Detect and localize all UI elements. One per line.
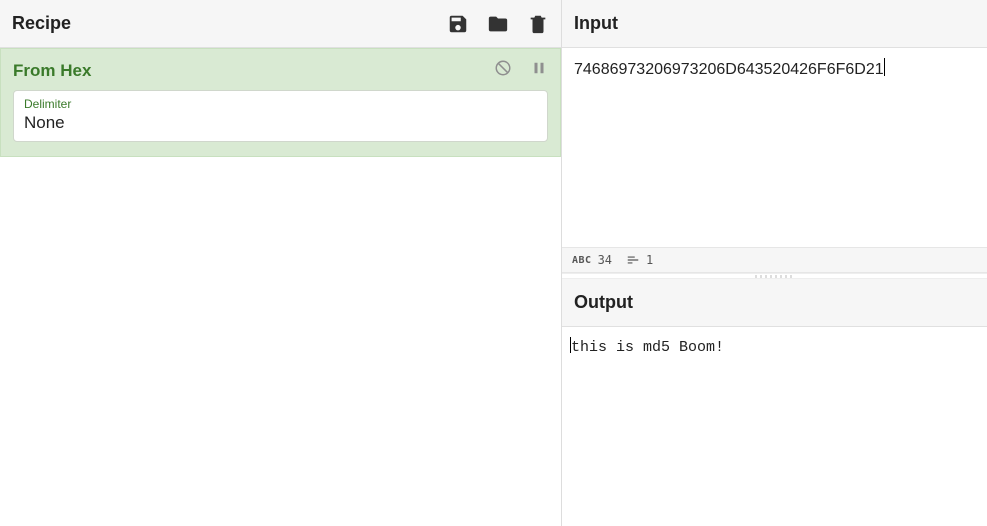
recipe-panel: Recipe From Hex xyxy=(0,0,562,526)
recipe-title: Recipe xyxy=(12,13,71,34)
delimiter-field[interactable]: Delimiter None xyxy=(13,90,548,142)
recipe-header: Recipe xyxy=(0,0,561,48)
output-title: Output xyxy=(574,292,633,313)
operation-card[interactable]: From Hex Delimiter None xyxy=(0,48,561,157)
line-count-value: 1 xyxy=(646,253,653,267)
recipe-toolbar xyxy=(447,13,549,35)
folder-icon xyxy=(487,13,509,35)
operation-header: From Hex xyxy=(13,49,548,90)
output-textarea[interactable]: this is md5 Boom! xyxy=(562,327,987,526)
output-header: Output xyxy=(562,279,987,327)
chars-icon: ABC xyxy=(572,255,592,266)
char-count: ABC 34 xyxy=(572,253,612,267)
lines-icon xyxy=(626,253,640,267)
text-cursor xyxy=(884,58,885,76)
trash-icon xyxy=(527,13,549,35)
disable-button[interactable] xyxy=(494,59,512,82)
delimiter-value: None xyxy=(24,113,537,133)
operation-controls xyxy=(494,59,548,82)
delimiter-label: Delimiter xyxy=(24,97,537,111)
operation-title: From Hex xyxy=(13,61,91,81)
input-title: Input xyxy=(574,13,618,34)
input-statusbar: ABC 34 1 xyxy=(562,247,987,273)
output-text: this is md5 Boom! xyxy=(571,339,724,356)
save-button[interactable] xyxy=(447,13,469,35)
disable-icon xyxy=(494,59,512,77)
open-button[interactable] xyxy=(487,13,509,35)
input-header: Input xyxy=(562,0,987,48)
io-panel: Input 74686973206973206D643520426F6F6D21… xyxy=(562,0,987,526)
char-count-value: 34 xyxy=(598,253,612,267)
app-root: Recipe From Hex xyxy=(0,0,987,526)
line-count: 1 xyxy=(626,253,653,267)
pause-button[interactable] xyxy=(530,59,548,82)
input-text: 74686973206973206D643520426F6F6D21 xyxy=(574,61,884,78)
clear-button[interactable] xyxy=(527,13,549,35)
pause-icon xyxy=(530,59,548,77)
save-icon xyxy=(447,13,469,35)
input-textarea[interactable]: 74686973206973206D643520426F6F6D21 xyxy=(562,48,987,247)
